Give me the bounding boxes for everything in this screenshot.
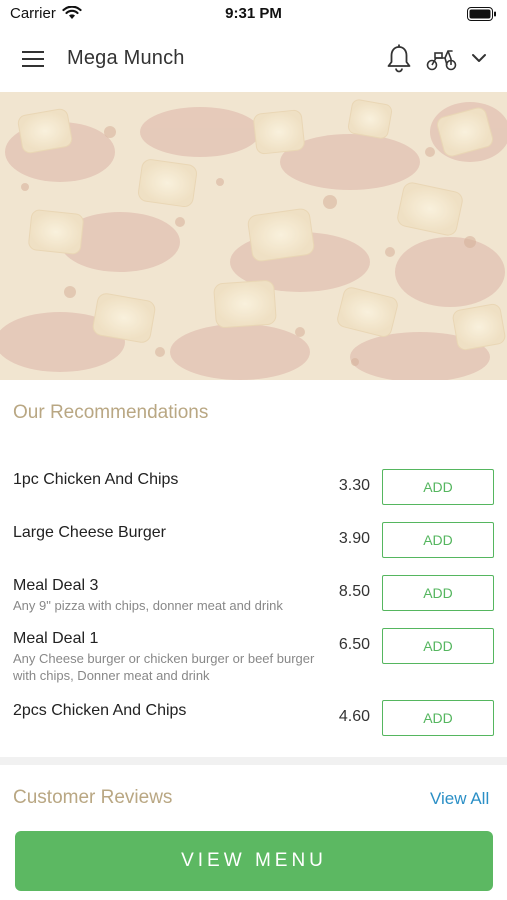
item-name: Large Cheese Burger — [13, 524, 166, 541]
item-price: 6.50 — [338, 636, 370, 653]
item-name: 2pcs Chicken And Chips — [13, 702, 187, 719]
scooter-icon[interactable] — [426, 46, 458, 72]
bell-icon[interactable] — [386, 44, 412, 74]
item-price: 8.50 — [338, 583, 370, 600]
clock: 9:31 PM — [225, 5, 282, 22]
app-title: Mega Munch — [67, 47, 185, 69]
item-price: 3.90 — [338, 530, 370, 547]
view-all-link[interactable]: View All — [430, 789, 489, 809]
add-button[interactable]: ADD — [382, 628, 494, 664]
add-button[interactable]: ADD — [382, 469, 494, 505]
chevron-down-icon[interactable] — [470, 49, 488, 67]
battery-icon — [467, 7, 497, 26]
view-menu-button[interactable]: VIEW MENU — [15, 831, 493, 891]
app-header: Mega Munch — [0, 28, 507, 92]
hero-pizza-image — [0, 92, 507, 380]
item-description: Any 9" pizza with chips, donner meat and… — [13, 598, 283, 613]
add-button[interactable]: ADD — [382, 575, 494, 611]
hamburger-menu-icon[interactable] — [22, 48, 46, 70]
add-button[interactable]: ADD — [382, 522, 494, 558]
item-name: Meal Deal 3 — [13, 577, 99, 594]
recommendations-title: Our Recommendations — [13, 402, 209, 423]
item-description: Any Cheese burger or chicken burger or b… — [13, 651, 315, 683]
add-button[interactable]: ADD — [382, 700, 494, 736]
section-divider — [0, 757, 507, 765]
status-bar: Carrier 9:31 PM — [0, 0, 507, 28]
reviews-title: Customer Reviews — [13, 787, 173, 808]
item-name: Meal Deal 1 — [13, 630, 99, 647]
item-price: 3.30 — [338, 477, 370, 494]
item-price: 4.60 — [338, 708, 370, 725]
item-name: 1pc Chicken And Chips — [13, 471, 179, 488]
